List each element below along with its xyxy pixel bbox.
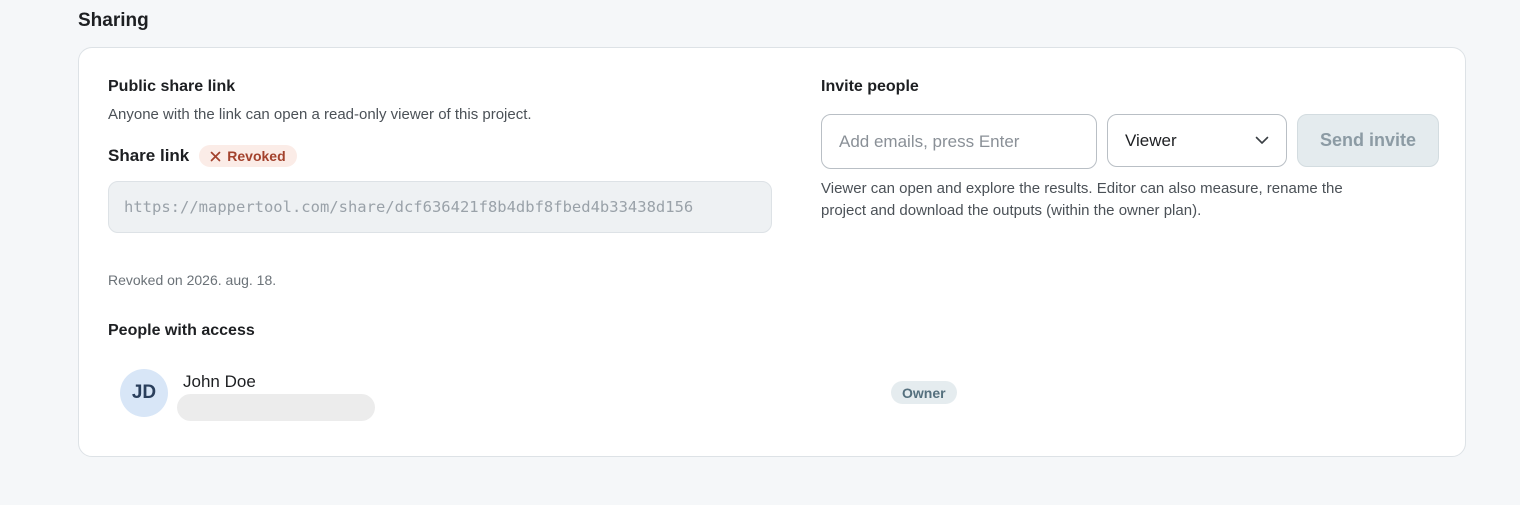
- role-help-text: Viewer can open and explore the results.…: [821, 180, 1343, 219]
- owner-badge: Owner: [891, 381, 957, 404]
- chevron-down-icon: [1255, 136, 1269, 144]
- public-share-description: Anyone with the link can open a read-onl…: [108, 106, 532, 123]
- role-select-value: Viewer: [1125, 130, 1177, 150]
- invite-heading: Invite people: [821, 78, 919, 95]
- person-name: John Doe: [183, 372, 256, 391]
- email-placeholder-skeleton: [177, 394, 375, 421]
- share-link-row: Share link Revoked: [108, 145, 297, 167]
- status-badge: Revoked: [199, 145, 297, 167]
- share-link-label: Share link: [108, 146, 190, 165]
- close-icon: [210, 151, 221, 161]
- public-share-heading: Public share link: [108, 78, 236, 95]
- send-invite-button[interactable]: Send invite: [1297, 114, 1439, 167]
- people-heading: People with access: [108, 322, 255, 339]
- sharing-card: Public share link Anyone with the link c…: [78, 47, 1466, 457]
- status-badge-label: Revoked: [227, 148, 286, 164]
- role-select[interactable]: Viewer: [1107, 114, 1287, 167]
- share-url-field[interactable]: https://mappertool.com/share/dcf636421f8…: [108, 181, 772, 233]
- email-input[interactable]: [821, 114, 1097, 169]
- section-title: Sharing: [78, 10, 149, 31]
- avatar: JD: [120, 369, 168, 417]
- revoked-note: Revoked on 2026. aug. 18.: [108, 272, 277, 288]
